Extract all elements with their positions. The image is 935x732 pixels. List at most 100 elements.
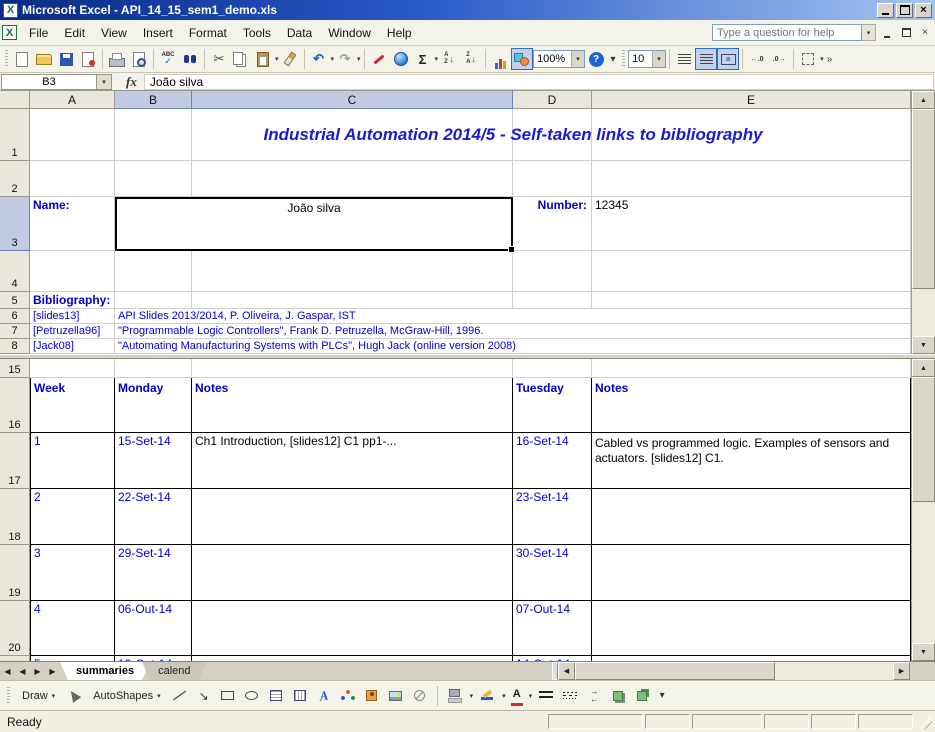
schedule-header-week[interactable]: Week: [30, 378, 115, 433]
name-box[interactable]: B3: [1, 74, 97, 90]
row-header-20[interactable]: 20: [0, 601, 30, 656]
draw-menu-button[interactable]: Draw▾: [17, 688, 60, 704]
scrollbar-track[interactable]: [912, 502, 935, 643]
align-center-button[interactable]: [695, 48, 717, 70]
cell[interactable]: [592, 251, 911, 292]
week-cell[interactable]: 5: [30, 656, 115, 661]
tuesday-date-cell[interactable]: 23-Set-14: [513, 489, 592, 545]
cell[interactable]: [592, 109, 911, 161]
schedule-header-tuesday[interactable]: Tuesday: [513, 378, 592, 433]
toolbar-grip[interactable]: [5, 50, 8, 68]
scroll-up-button[interactable]: ▲: [912, 359, 935, 377]
toolbar-options-chevron[interactable]: ▾: [656, 690, 668, 701]
week-cell[interactable]: 4: [30, 601, 115, 656]
tuesday-date-cell[interactable]: 07-Out-14: [513, 601, 592, 656]
cut-button[interactable]: ✂: [208, 48, 230, 70]
row-header-18[interactable]: 18: [0, 489, 30, 545]
align-left-button[interactable]: [673, 48, 695, 70]
fill-color-button[interactable]: [445, 686, 465, 706]
tuesday-date-cell[interactable]: 16-Set-14: [513, 433, 592, 489]
autoshapes-menu-button[interactable]: AutoShapes▾: [88, 688, 165, 704]
open-button[interactable]: [33, 48, 55, 70]
monday-date-cell[interactable]: 13-Out-14: [115, 656, 192, 661]
menu-format[interactable]: Format: [181, 23, 235, 43]
format-object-button[interactable]: [410, 686, 430, 706]
cell[interactable]: [513, 161, 592, 197]
help-button[interactable]: ?: [589, 52, 604, 67]
chart-wizard-button[interactable]: [489, 48, 511, 70]
line-color-dropdown-icon[interactable]: ▾: [502, 692, 506, 700]
tab-summaries[interactable]: summaries: [60, 662, 150, 680]
first-sheet-button[interactable]: ◀: [0, 662, 15, 680]
monday-notes-cell[interactable]: [192, 601, 513, 656]
ink-annotations-button[interactable]: [368, 48, 390, 70]
toolbar-grip[interactable]: [622, 50, 625, 68]
tuesday-notes-cell[interactable]: [592, 489, 911, 545]
row-header-4[interactable]: 4: [0, 251, 30, 292]
scroll-up-button[interactable]: ▲: [912, 91, 935, 109]
vertical-text-box-button[interactable]: [290, 686, 310, 706]
cell[interactable]: [513, 359, 592, 378]
merge-and-center-button[interactable]: a: [717, 48, 739, 70]
line-style-button[interactable]: [536, 686, 556, 706]
font-color-dropdown-icon[interactable]: ▾: [529, 692, 533, 700]
zoom-combo[interactable]: 100%▾: [533, 50, 585, 68]
threed-style-button[interactable]: [632, 686, 652, 706]
zoom-dropdown-icon[interactable]: ▾: [571, 51, 584, 67]
week-cell[interactable]: 3: [30, 545, 115, 601]
resize-grip[interactable]: [919, 716, 932, 729]
cell[interactable]: [513, 251, 592, 292]
schedule-header-notes-2[interactable]: Notes: [592, 378, 911, 433]
font-color-button[interactable]: A: [510, 686, 524, 706]
tuesday-notes-cell[interactable]: [592, 601, 911, 656]
column-header-a[interactable]: A: [30, 91, 115, 109]
row-header-19[interactable]: 19: [0, 545, 30, 601]
redo-button[interactable]: ↷: [334, 48, 356, 70]
hyperlink-button[interactable]: [390, 48, 412, 70]
cell[interactable]: [30, 161, 115, 197]
bib-ref-cell[interactable]: [Petruzella96]: [30, 324, 115, 339]
sort-descending-button[interactable]: ZA↓: [460, 48, 482, 70]
font-size-combo[interactable]: 10▾: [628, 50, 666, 68]
fill-color-dropdown-icon[interactable]: ▾: [470, 692, 474, 700]
toolbar-options-chevron[interactable]: »: [824, 54, 836, 65]
scroll-left-button[interactable]: ◀: [558, 662, 575, 680]
decrease-decimal-button[interactable]: .0→: [768, 48, 790, 70]
tuesday-notes-cell[interactable]: [592, 545, 911, 601]
row-header-5[interactable]: 5: [0, 292, 30, 309]
scrollbar-track[interactable]: [775, 662, 893, 680]
scrollbar-thumb[interactable]: [912, 109, 935, 289]
name-box-dropdown-icon[interactable]: ▾: [97, 74, 112, 90]
select-all-corner[interactable]: [0, 91, 30, 109]
tab-calend[interactable]: calend: [142, 662, 206, 680]
schedule-header-notes-1[interactable]: Notes: [192, 378, 513, 433]
menu-data[interactable]: Data: [279, 23, 320, 43]
oval-tool-button[interactable]: [242, 686, 262, 706]
paste-button[interactable]: [252, 48, 274, 70]
scroll-down-button[interactable]: ▼: [912, 336, 935, 354]
cell[interactable]: [513, 292, 592, 309]
row-header-3[interactable]: 3: [0, 197, 30, 251]
scrollbar-thumb[interactable]: [575, 662, 775, 680]
borders-button[interactable]: [797, 48, 819, 70]
scrollbar-track[interactable]: [912, 289, 935, 336]
monday-notes-cell[interactable]: Ch1 Introduction, [slides12] C1 pp1-...: [192, 433, 513, 489]
new-button[interactable]: [11, 48, 33, 70]
menu-help[interactable]: Help: [379, 23, 420, 43]
menu-insert[interactable]: Insert: [135, 23, 181, 43]
cell[interactable]: [115, 251, 192, 292]
bib-ref-cell[interactable]: [Jack08]: [30, 339, 115, 354]
increase-decimal-button[interactable]: ←.0: [746, 48, 768, 70]
arrow-tool-button[interactable]: ↘: [194, 686, 214, 706]
monday-notes-cell[interactable]: [192, 656, 513, 661]
insert-function-icon[interactable]: fx: [126, 74, 137, 90]
toolbar-options-chevron[interactable]: ▾: [607, 54, 619, 65]
menu-window[interactable]: Window: [320, 23, 379, 43]
menu-edit[interactable]: Edit: [56, 23, 93, 43]
undo-button[interactable]: ↶: [308, 48, 330, 70]
name-value-cell-selected[interactable]: João silva: [115, 197, 513, 251]
autosum-button[interactable]: Σ: [412, 48, 434, 70]
next-sheet-button[interactable]: ▶: [30, 662, 45, 680]
cell[interactable]: [115, 161, 192, 197]
close-button[interactable]: ×: [915, 3, 932, 18]
